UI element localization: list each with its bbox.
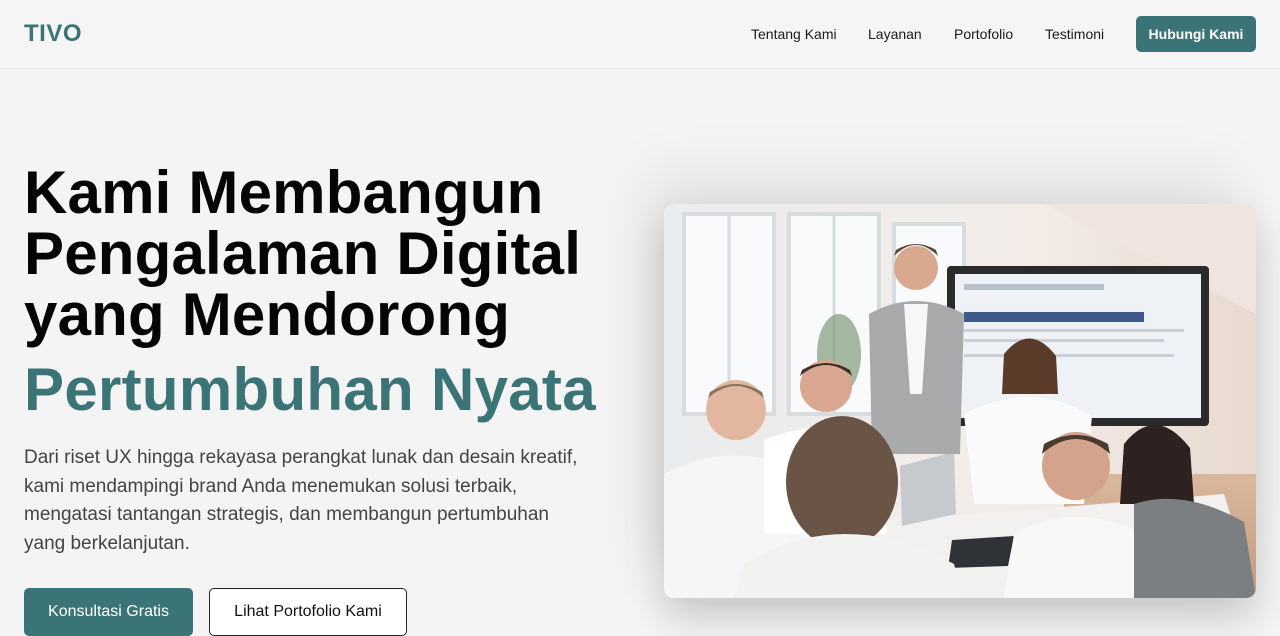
nav-link-tentang-kami[interactable]: Tentang Kami (751, 26, 837, 42)
free-consultation-button[interactable]: Konsultasi Gratis (24, 588, 193, 636)
nav-link-layanan[interactable]: Layanan (868, 26, 922, 42)
navbar: TIVO Tentang Kami Layanan Portofolio Tes… (0, 0, 1280, 69)
brand-logo[interactable]: TIVO (24, 20, 82, 48)
hero-title-line: Pengalaman Digital (24, 220, 582, 287)
hero-title-line: yang Mendorong (24, 281, 511, 348)
hero-description: Dari riset UX hingga rekayasa perangkat … (24, 444, 624, 558)
nav-link-testimoni[interactable]: Testimoni (1045, 26, 1104, 42)
hero-description-line: yang berkelanjutan. (24, 532, 190, 554)
hero-description-line: Dari riset UX hingga rekayasa perangkat … (24, 447, 578, 468)
hero-title-accent: Pertumbuhan Nyata (24, 356, 596, 423)
team-meeting-illustration (664, 204, 1256, 598)
view-portfolio-button[interactable]: Lihat Portofolio Kami (209, 588, 407, 636)
nav-link-portofolio[interactable]: Portofolio (954, 26, 1013, 42)
contact-button[interactable]: Hubungi Kami (1136, 16, 1256, 52)
hero-description-line: mengatasi tantangan strategis, dan memba… (24, 504, 549, 525)
hero-title: Kami Membangun Pengalaman Digital yang M… (24, 162, 644, 345)
hero-title-line: Kami Membangun (24, 159, 544, 226)
hero-team-photo (664, 204, 1256, 598)
hero-description-line: kami mendampingi brand Anda menemukan so… (24, 475, 518, 497)
